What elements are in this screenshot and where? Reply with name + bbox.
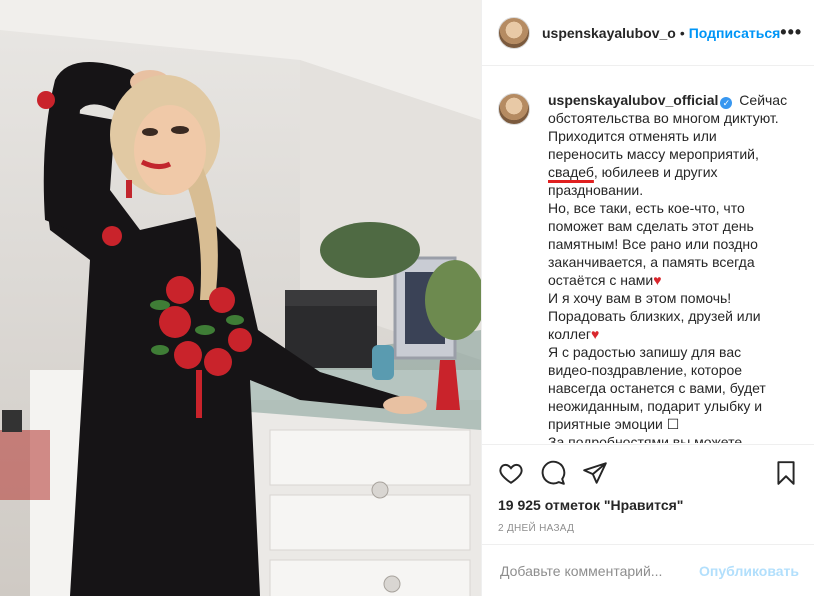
caption-line-4: Но, все таки, есть кое-что, что поможет … bbox=[548, 199, 788, 289]
caption-text: uspenskayalubov_official ✓ Сейчас обстоят… bbox=[548, 91, 788, 443]
more-options-button[interactable]: ••• bbox=[780, 22, 802, 43]
verified-badge-icon: ✓ bbox=[720, 97, 733, 109]
like-heart-icon[interactable] bbox=[498, 460, 524, 486]
post-header: uspenskayalubov_o • Подписаться ••• bbox=[482, 0, 814, 66]
highlighted-word: свадеб bbox=[548, 164, 594, 180]
caption-line-8: За подробностями вы можете bbox=[548, 434, 743, 443]
likes-count[interactable]: 19 925 отметок "Нравится" bbox=[498, 497, 799, 513]
caption-line-6: Порадовать близких, друзей или коллег♥ bbox=[548, 307, 788, 343]
save-bookmark-icon[interactable] bbox=[773, 460, 799, 486]
heart-icon: ♥ bbox=[653, 272, 662, 288]
follow-button[interactable]: Подписаться bbox=[689, 25, 781, 41]
comment-bubble-icon[interactable] bbox=[540, 460, 566, 486]
caption-line-2: Приходится отменять или переносить массу… bbox=[548, 128, 759, 162]
share-paper-plane-icon[interactable] bbox=[582, 460, 608, 486]
username-link[interactable]: uspenskayalubov_o bbox=[542, 25, 676, 41]
comment-bar: Опубликовать bbox=[482, 544, 814, 596]
action-icons bbox=[498, 457, 799, 489]
photo-illustration bbox=[0, 0, 481, 596]
caption-line-6-text: Порадовать близких, друзей или коллег bbox=[548, 308, 761, 342]
caption-line-5: И я хочу вам в этом помочь! bbox=[548, 290, 732, 306]
post-date[interactable]: 2 ДНЕЙ НАЗАД bbox=[498, 523, 799, 534]
avatar[interactable] bbox=[498, 16, 530, 49]
post-actions: 19 925 отметок "Нравится" 2 ДНЕЙ НАЗАД bbox=[482, 444, 814, 554]
caption-avatar[interactable] bbox=[498, 93, 530, 125]
post-caption: uspenskayalubov_official ✓ Сейчас обстоят… bbox=[482, 67, 814, 443]
caption-line-7: Я с радостью запишу для вас видео-поздра… bbox=[548, 344, 766, 432]
comment-input[interactable] bbox=[498, 561, 700, 580]
caption-line-3: свадеб, юбилеев и других праздновании. bbox=[548, 163, 788, 199]
caption-username-link[interactable]: uspenskayalubov_official bbox=[548, 92, 718, 108]
post-side-panel: uspenskayalubov_o • Подписаться ••• uspe… bbox=[481, 0, 814, 596]
heart-icon-2: ♥ bbox=[591, 326, 600, 342]
publish-button[interactable]: Опубликовать bbox=[699, 563, 799, 579]
separator-dot: • bbox=[679, 24, 685, 41]
post-photo[interactable] bbox=[0, 0, 481, 596]
